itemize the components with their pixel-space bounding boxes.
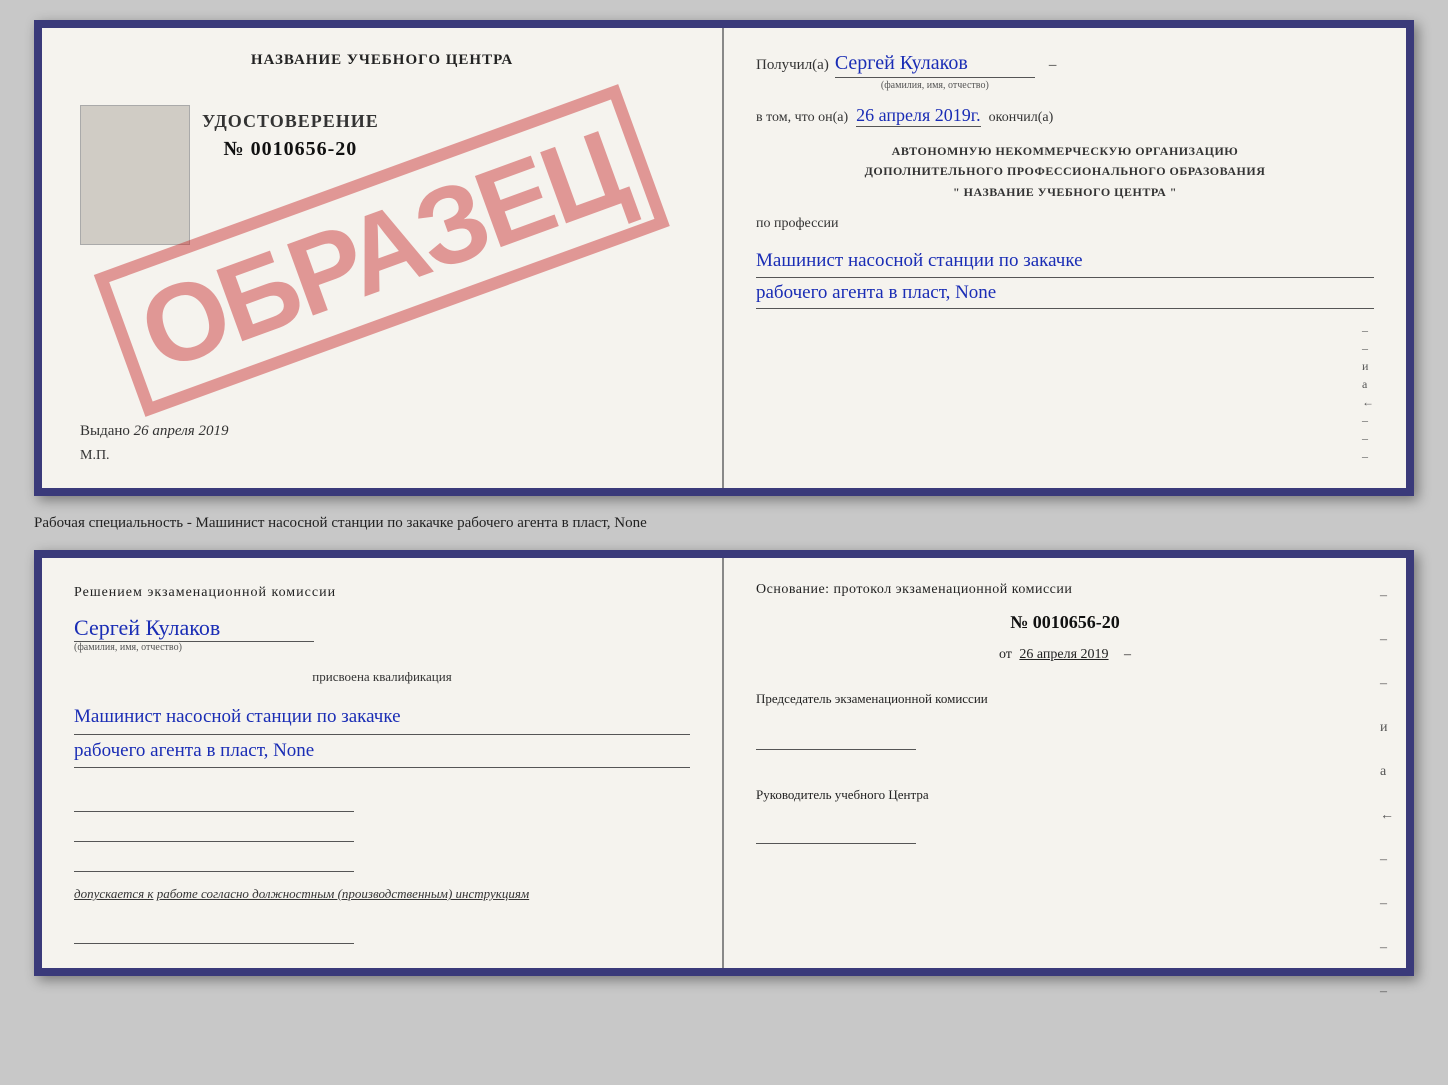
predsedatel-block: Председатель экзаменационной комиссии [756, 689, 1374, 757]
po-professii-label: по профессии [756, 216, 1374, 232]
vtom-label: в том, что он(а) [756, 110, 848, 126]
vydano-line: Выдано 26 апреля 2019 [80, 423, 228, 440]
vtom-line: в том, что он(а) 26 апреля 2019г. окончи… [756, 105, 1374, 127]
protocol-num: № 0010656-20 [756, 612, 1374, 633]
dash1: – [1049, 57, 1057, 74]
recipient-name: Сергей Кулаков [835, 52, 1035, 78]
profession-block: Машинист насосной станции по закачке раб… [756, 246, 1374, 309]
photo-placeholder [80, 105, 190, 245]
avt-line1: АВТОНОМНУЮ НЕКОММЕРЧЕСКУЮ ОРГАНИЗАЦИЮ [756, 141, 1374, 161]
rukovoditel-block: Руководитель учебного Центра [756, 785, 1374, 851]
dopuskaetsya-prefix: допускается к [74, 886, 154, 901]
avt-line2: ДОПОЛНИТЕЛЬНОГО ПРОФЕССИОНАЛЬНОГО ОБРАЗО… [756, 161, 1374, 181]
rukovoditel-sign-line [756, 822, 916, 844]
okonchil-label: окончил(а) [989, 110, 1054, 126]
udostoverenie-title: УДОСТОВЕРЕНИЕ [202, 111, 379, 132]
udostoverenie-num: № 0010656-20 [202, 138, 379, 161]
name-block-bottom: Сергей Кулаков (фамилия, имя, отчество) [74, 615, 690, 653]
predsedatel-sign-line [756, 728, 916, 750]
fio-hint-bottom: (фамилия, имя, отчество) [74, 642, 690, 653]
osnovanie-title: Основание: протокол экзаменационной коми… [756, 582, 1374, 598]
certificate-bottom: Решением экзаменационной комиссии Сергей… [34, 550, 1414, 975]
qual-line2: рабочего агента в пласт, None [74, 735, 690, 768]
udostoverenie-block: УДОСТОВЕРЕНИЕ № 0010656-20 [202, 111, 379, 255]
mp-label: М.П. [80, 448, 110, 464]
ot-label: от [999, 647, 1012, 662]
ot-date: 26 апреля 2019 [1019, 647, 1108, 662]
cert-bottom-right: Основание: протокол экзаменационной коми… [724, 558, 1406, 967]
avt-line3: " НАЗВАНИЕ УЧЕБНОГО ЦЕНТРА " [756, 182, 1374, 202]
cert-top-left: НАЗВАНИЕ УЧЕБНОГО ЦЕНТРА ОБРАЗЕЦ УДОСТОВ… [42, 28, 724, 488]
vydano-date: 26 апреля 2019 [134, 423, 229, 439]
prisvoena-text: присвоена квалификация [74, 669, 690, 685]
qual-block: Машинист насосной станции по закачке раб… [74, 701, 690, 768]
name-handwritten-bottom: Сергей Кулаков [74, 615, 314, 642]
right-dashes-bottom: – – – и а ← – – – – [1380, 588, 1394, 1000]
avt-block: АВТОНОМНУЮ НЕКОММЕРЧЕСКУЮ ОРГАНИЗАЦИЮ ДО… [756, 141, 1374, 202]
rukovoditel-text: Руководитель учебного Центра [756, 785, 1374, 806]
dopuskaetsya-text: работе согласно должностным (производств… [157, 886, 529, 901]
resheniye-title: Решением экзаменационной комиссии [74, 582, 690, 603]
profession-line2: рабочего агента в пласт, None [756, 278, 1374, 309]
caption-text: Рабочая специальность - Машинист насосно… [34, 515, 647, 531]
school-name-top: НАЗВАНИЕ УЧЕБНОГО ЦЕНТРА [251, 52, 513, 69]
qual-line1: Машинист насосной станции по закачке [74, 701, 690, 734]
caption: Рабочая специальность - Машинист насосно… [34, 512, 1414, 535]
poluchil-line: Получил(а) Сергей Кулаков (фамилия, имя,… [756, 52, 1374, 91]
underlines-block [74, 790, 690, 872]
fio-hint-top: (фамилия, имя, отчество) [835, 80, 1035, 91]
cert-bottom-left: Решением экзаменационной комиссии Сергей… [42, 558, 724, 967]
cert-top-right: Получил(а) Сергей Кулаков (фамилия, имя,… [724, 28, 1406, 488]
completion-date: 26 апреля 2019г. [856, 105, 981, 127]
vydano-label: Выдано [80, 423, 130, 439]
right-dashes-top: – – и а ← – – – [1362, 323, 1374, 464]
poluchil-label: Получил(а) [756, 57, 829, 74]
certificate-top: НАЗВАНИЕ УЧЕБНОГО ЦЕНТРА ОБРАЗЕЦ УДОСТОВ… [34, 20, 1414, 496]
dopuskaetsya-block: допускается к работе согласно должностны… [74, 884, 690, 904]
predsedatel-text: Председатель экзаменационной комиссии [756, 689, 1374, 710]
ot-line: от 26 апреля 2019 – [756, 647, 1374, 663]
profession-line1: Машинист насосной станции по закачке [756, 246, 1374, 277]
